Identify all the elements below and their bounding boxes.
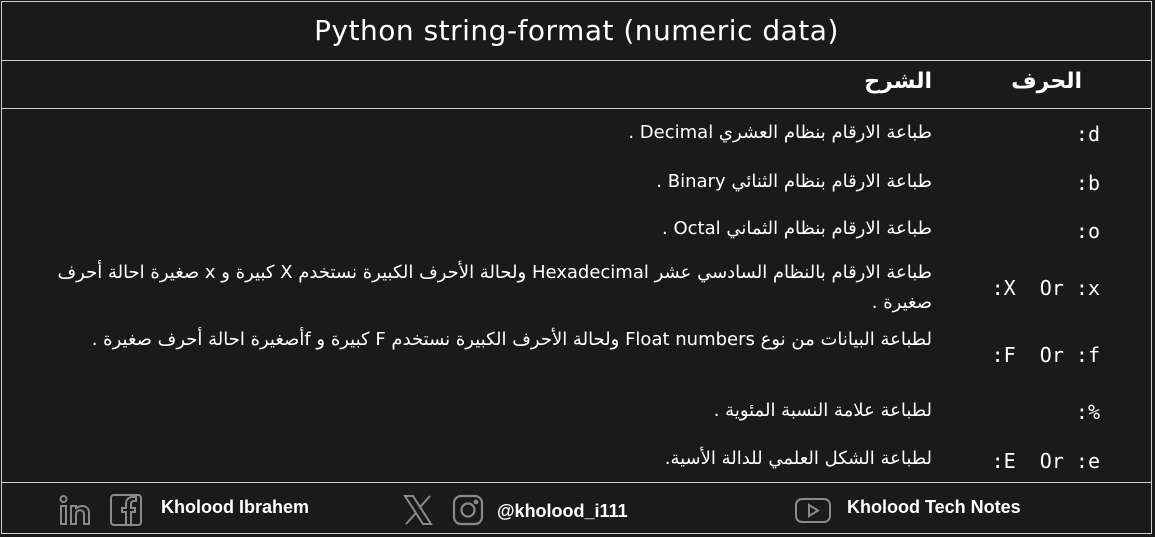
header-char: الحرف <box>1011 69 1082 94</box>
row-code: :% <box>1075 400 1100 424</box>
row-desc: لطباعة البيانات من نوع Float numbers ولح… <box>91 329 932 350</box>
youtube-icon[interactable] <box>794 493 832 527</box>
row-desc: طباعة الارقام بنظام العشري Decimal . <box>628 122 932 143</box>
row-desc: لطباعة علامة النسبة المئوية . <box>713 400 932 421</box>
title-text: Python string-format (numeric data) <box>314 14 839 47</box>
row-code: :b <box>1075 171 1100 195</box>
header-desc: الشرح <box>864 69 932 94</box>
row-desc: طباعة الارقام بالنظام السادسي عشر Hexade… <box>57 262 933 313</box>
row-desc: لطباعة الشكل العلمي للدالة الأسية. <box>664 448 932 469</box>
facebook-icon[interactable] <box>109 493 143 527</box>
footer-channel: Kholood Tech Notes <box>847 497 1021 517</box>
footer-name: Kholood Ibrahem <box>161 497 309 517</box>
x-icon[interactable] <box>401 493 435 527</box>
footer-handle: @kholood_i111 <box>497 501 628 521</box>
row-code: :F Or :f <box>991 343 1100 367</box>
row-code: :d <box>1075 122 1100 146</box>
row-code: :o <box>1075 219 1100 243</box>
row-code: :X Or :x <box>991 276 1100 300</box>
footer: Kholood Ibrahem @kholood_i111 Kholood Te… <box>1 482 1152 534</box>
row-desc: طباعة الارقام بنظام الثنائي Binary . <box>656 171 932 192</box>
table-header: الشرح الحرف <box>1 61 1152 109</box>
linkedin-icon[interactable] <box>59 493 93 527</box>
instagram-icon[interactable] <box>451 493 485 527</box>
row-code: :E Or :e <box>991 449 1100 473</box>
page-title: Python string-format (numeric data) <box>1 1 1152 61</box>
row-desc: طباعة الارقام بنظام الثماني Octal . <box>662 218 932 239</box>
